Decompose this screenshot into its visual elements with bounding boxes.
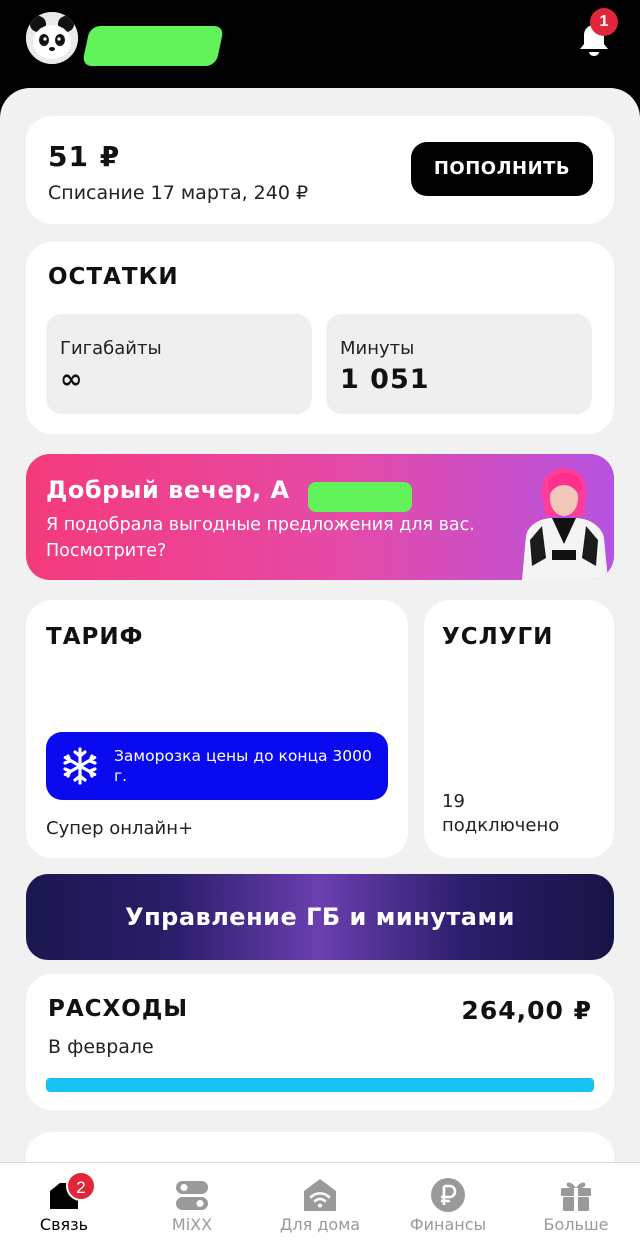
services-count-label: подключено	[442, 815, 560, 836]
tab-more[interactable]: Больше	[512, 1163, 640, 1249]
price-freeze-text: Заморозка цены до конца 3000 г.	[114, 747, 372, 785]
assistant-avatar-image	[522, 467, 608, 580]
username-redacted	[81, 26, 225, 66]
services-title: УСЛУГИ	[442, 624, 554, 650]
notification-badge: 1	[590, 8, 618, 36]
panda-avatar-icon	[26, 12, 78, 64]
tariff-name: Супер онлайн+	[46, 818, 194, 839]
tariff-title: ТАРИФ	[46, 624, 144, 650]
top-header: 1	[0, 0, 640, 96]
gigabytes-value: ∞	[60, 364, 84, 395]
expenses-card[interactable]: РАСХОДЫ 264,00 ₽ В феврале	[26, 974, 614, 1110]
tab-connection-badge: 2	[66, 1171, 96, 1201]
minutes-value: 1 051	[340, 364, 430, 395]
promo-name-redacted	[308, 482, 412, 512]
expenses-title: РАСХОДЫ	[48, 996, 189, 1022]
tariff-card[interactable]: ТАРИФ Заморозка цены до конца 3000 г. Су…	[26, 600, 408, 858]
remains-title: ОСТАТКИ	[48, 264, 179, 290]
charge-info: Списание 17 марта, 240 ₽	[48, 182, 309, 204]
services-count: 19 подключено	[442, 790, 559, 838]
minutes-tile[interactable]: Минуты 1 051	[326, 314, 592, 414]
tab-finance-label: Финансы	[409, 1215, 487, 1234]
promo-text: Я подобрала выгодные предложения для вас…	[46, 515, 475, 561]
bottom-tab-bar: 2 Связь MiXX Для дома Финансы Больше	[0, 1162, 640, 1249]
mixx-toggle-icon	[176, 1181, 208, 1210]
expenses-progress-bar	[46, 1078, 594, 1092]
assistant-promo-banner[interactable]: Добрый вечер, А Я подобрала выгодные пре…	[26, 454, 614, 580]
tab-home[interactable]: Для дома	[256, 1163, 384, 1249]
tab-finance[interactable]: Финансы	[384, 1163, 512, 1249]
expenses-progress-fill	[46, 1078, 594, 1092]
gigabytes-tile[interactable]: Гигабайты ∞	[46, 314, 312, 414]
content-sheet: 51 ₽ Списание 17 марта, 240 ₽ ПОПОЛНИТЬ …	[0, 88, 640, 1249]
minutes-label: Минуты	[340, 338, 415, 359]
manage-gb-minutes-button[interactable]: Управление ГБ и минутами	[26, 874, 614, 960]
promo-greeting: Добрый вечер, А	[46, 476, 290, 504]
price-freeze-badge[interactable]: Заморозка цены до конца 3000 г.	[46, 732, 388, 800]
tab-mixx-label: MiXX	[171, 1215, 213, 1234]
avatar[interactable]	[26, 12, 78, 64]
home-wifi-icon	[304, 1179, 336, 1211]
tab-home-label: Для дома	[279, 1215, 361, 1234]
snowflake-icon	[63, 747, 97, 785]
tab-connection-label: Связь	[39, 1215, 89, 1234]
balance-amount: 51 ₽	[48, 140, 121, 173]
tab-more-label: Больше	[543, 1215, 609, 1234]
balance-card[interactable]: 51 ₽ Списание 17 марта, 240 ₽ ПОПОЛНИТЬ	[26, 116, 614, 224]
services-card[interactable]: УСЛУГИ 19 подключено	[424, 600, 614, 858]
gigabytes-label: Гигабайты	[60, 338, 162, 359]
ruble-icon	[431, 1178, 465, 1212]
expenses-amount: 264,00 ₽	[461, 996, 592, 1025]
services-count-number: 19	[442, 791, 465, 812]
remains-card[interactable]: ОСТАТКИ Гигабайты ∞ Минуты 1 051	[26, 242, 614, 434]
expenses-period: В феврале	[48, 1036, 154, 1058]
gift-icon	[561, 1182, 591, 1211]
tab-mixx[interactable]: MiXX	[128, 1163, 256, 1249]
topup-button[interactable]: ПОПОЛНИТЬ	[411, 142, 593, 196]
tab-connection[interactable]: 2 Связь	[0, 1163, 128, 1249]
